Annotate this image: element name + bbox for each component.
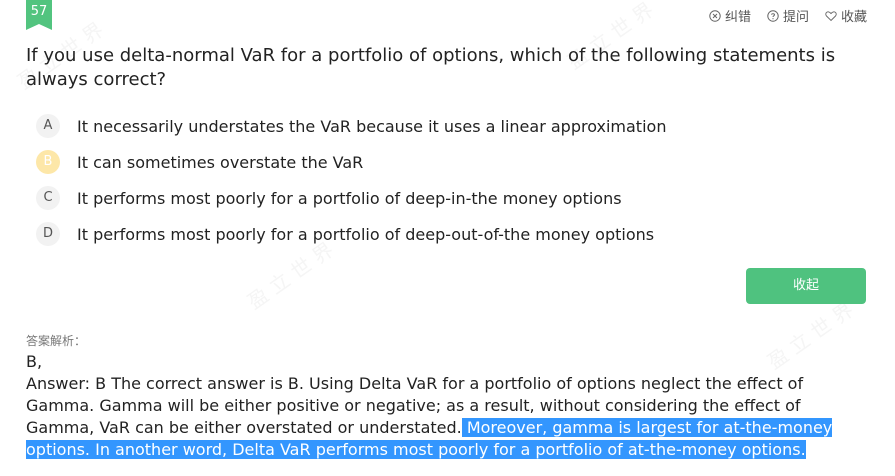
favorite-label: 收藏 (840, 10, 867, 25)
option-a[interactable]: A It necessarily understates the VaR bec… (36, 108, 666, 144)
analysis-paragraph: Answer: B The correct answer is B. Using… (26, 373, 871, 461)
error-icon (709, 9, 721, 22)
answer-analysis: B, Answer: B The correct answer is B. Us… (26, 351, 871, 461)
collapse-button[interactable]: 收起 (746, 268, 866, 304)
option-d[interactable]: D It performs most poorly for a portfoli… (36, 216, 666, 252)
option-text: It performs most poorly for a portfolio … (77, 188, 622, 208)
answer-line: B, (26, 352, 43, 371)
option-letter: C (36, 186, 60, 210)
question-icon (767, 9, 779, 22)
analysis-label: 答案解析： (26, 334, 87, 348)
question-number-badge: 57 (26, 0, 52, 30)
option-letter: A (36, 114, 60, 138)
option-c[interactable]: C It performs most poorly for a portfoli… (36, 180, 666, 216)
option-letter: B (36, 150, 60, 174)
options-list: A It necessarily understates the VaR bec… (36, 108, 666, 252)
favorite-button[interactable]: 收藏 (825, 6, 867, 25)
question-text: If you use delta-normal VaR for a portfo… (26, 45, 836, 90)
ask-question-label: 提问 (782, 10, 809, 25)
option-text: It can sometimes overstate the VaR (77, 152, 364, 172)
option-letter: D (36, 222, 60, 246)
report-error-label: 纠错 (724, 10, 751, 25)
option-text: It necessarily understates the VaR becau… (77, 116, 667, 136)
option-b[interactable]: B It can sometimes overstate the VaR (36, 144, 666, 180)
question-toolbar: 纠错 提问 收藏 (709, 6, 867, 25)
report-error-button[interactable]: 纠错 (709, 6, 751, 25)
ask-question-button[interactable]: 提问 (767, 6, 809, 25)
option-text: It performs most poorly for a portfolio … (77, 224, 655, 244)
heart-icon (825, 10, 837, 22)
